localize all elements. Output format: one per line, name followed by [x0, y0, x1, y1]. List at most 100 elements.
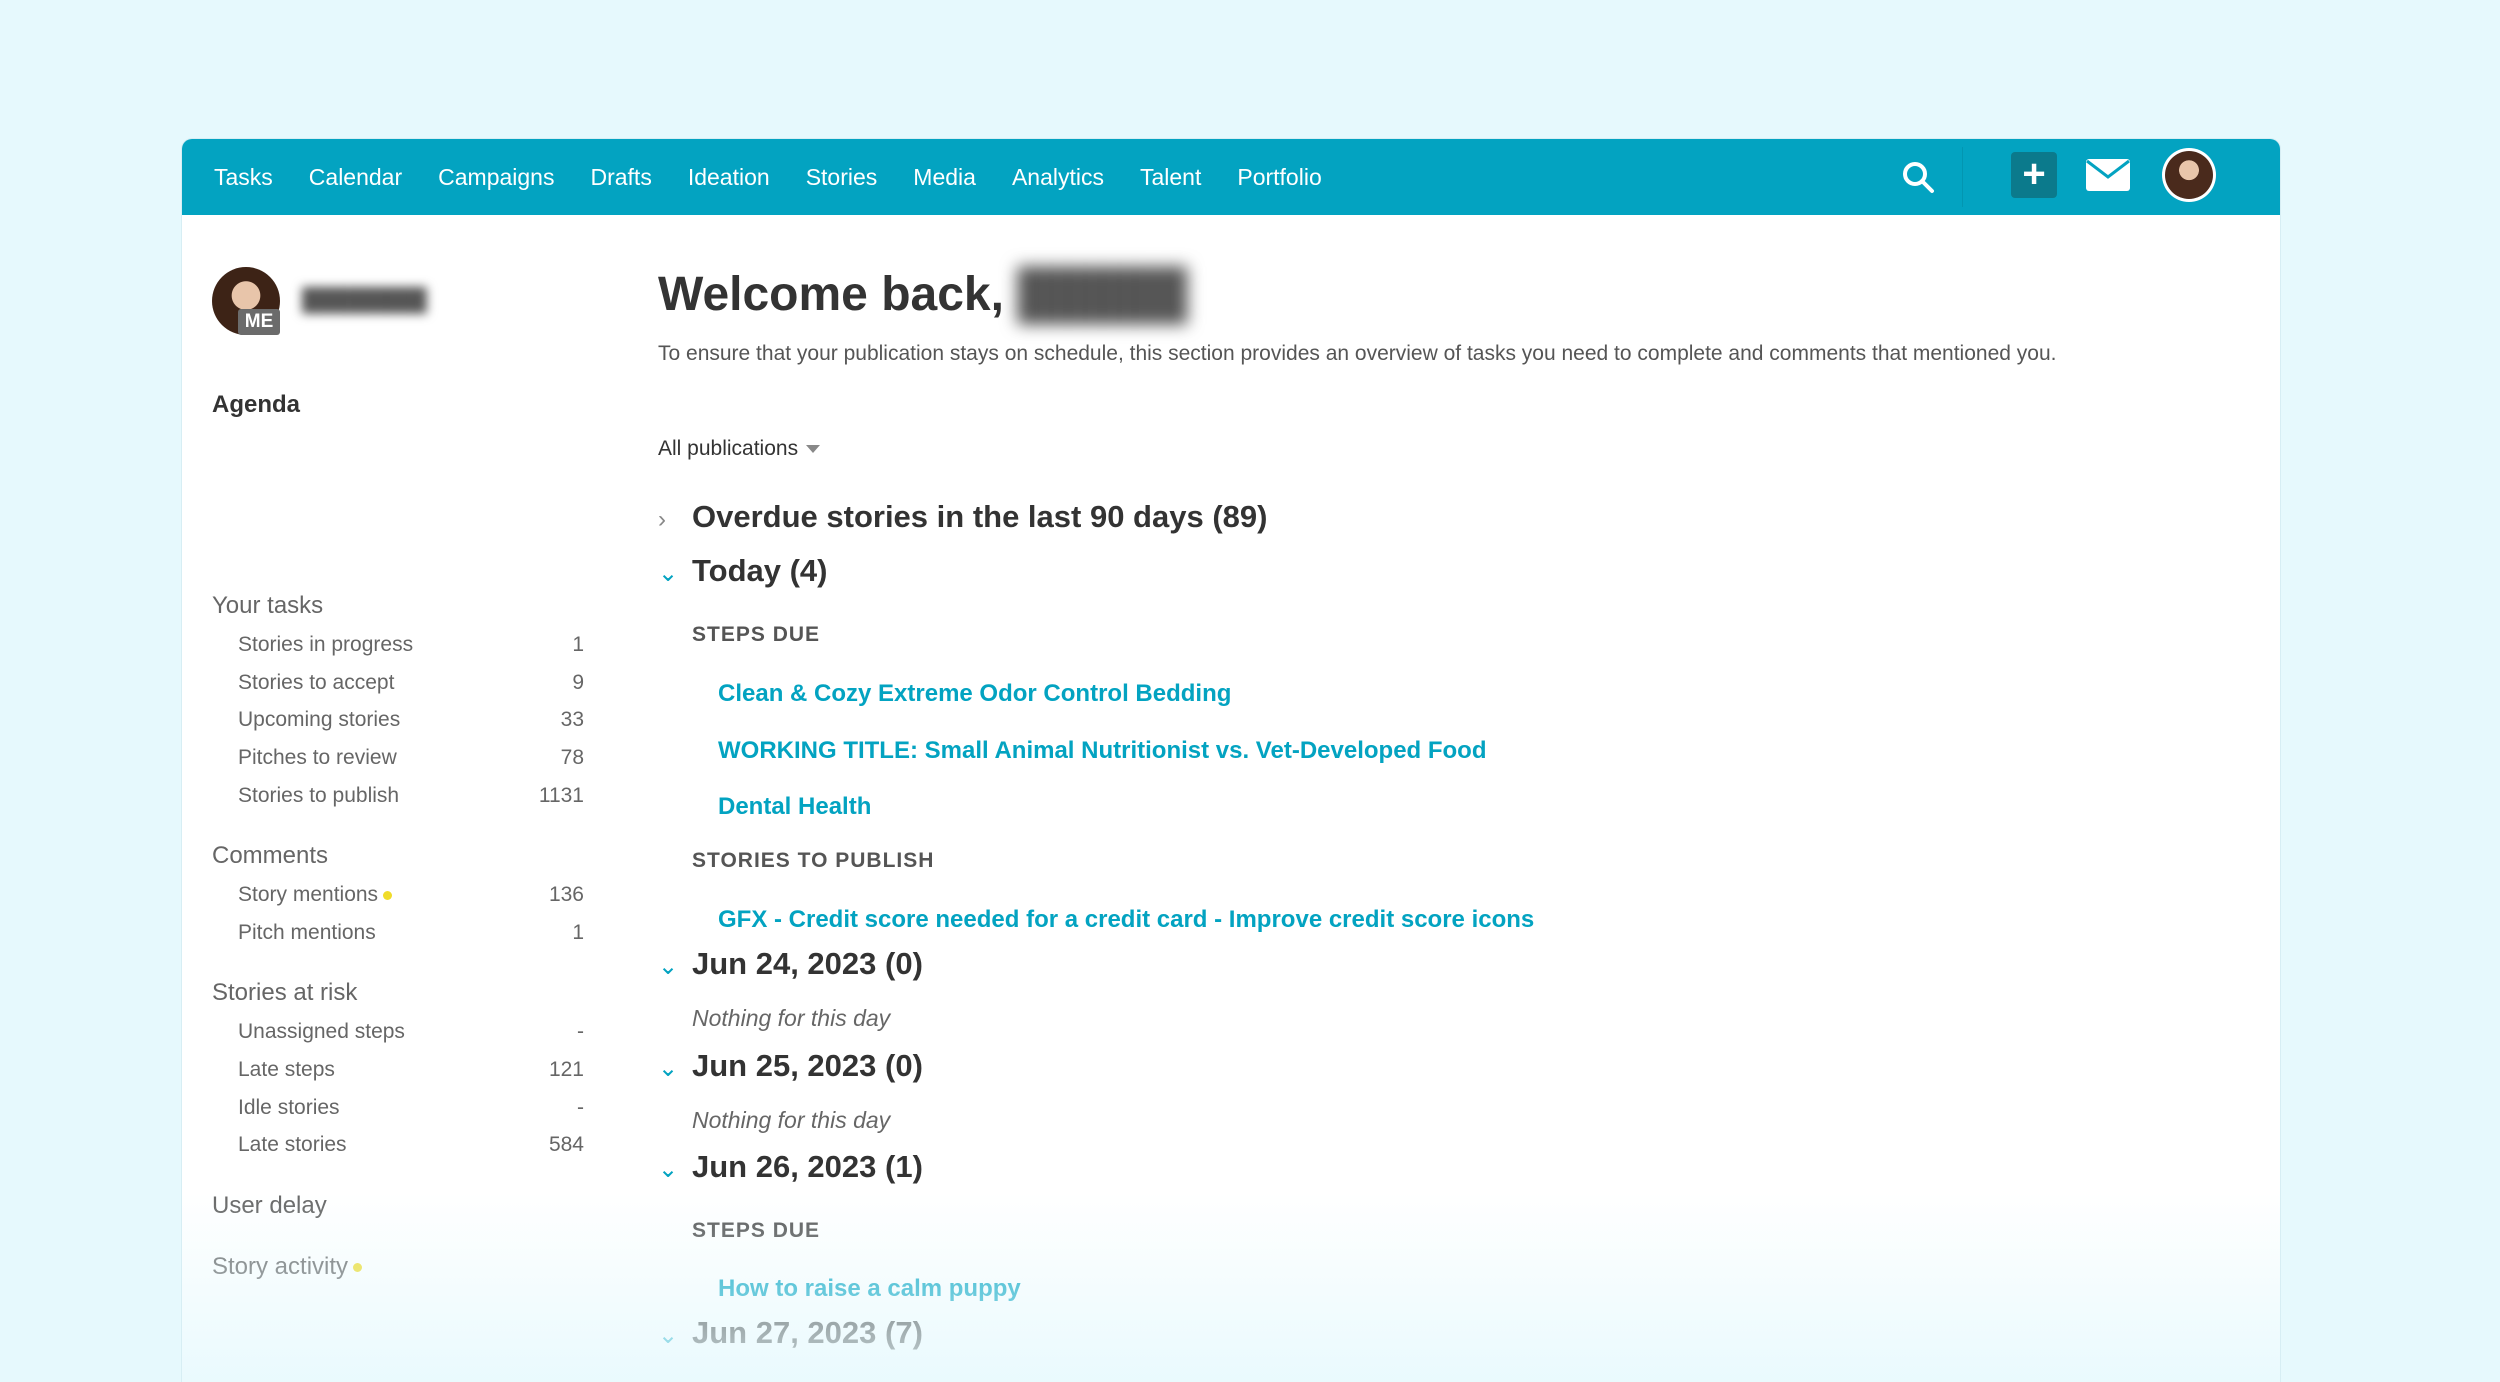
group-jun-24[interactable]: ⌄ Jun 24, 2023 (0): [658, 946, 923, 982]
app-window: Tasks Calendar Campaigns Drafts Ideation…: [182, 139, 2280, 1382]
story-link[interactable]: How to raise a calm puppy: [718, 1275, 1021, 1303]
nav-drafts[interactable]: Drafts: [590, 164, 651, 191]
sidebar-item-stories-in-progress[interactable]: Stories in progress 1: [238, 633, 584, 657]
user-avatar[interactable]: [2162, 148, 2216, 202]
sidebar-item-label: Unassigned steps: [238, 1020, 405, 1043]
nav-stories[interactable]: Stories: [806, 164, 878, 191]
stories-to-publish-heading: STORIES TO PUBLISH: [692, 849, 935, 872]
story-activity-label: Story activity: [212, 1253, 349, 1280]
add-button[interactable]: +: [2011, 152, 2057, 198]
intro-text: To ensure that your publication stays on…: [658, 342, 2057, 365]
profile: ME ████████: [212, 267, 427, 335]
chevron-down-icon: ⌄: [658, 1322, 679, 1349]
group-overdue[interactable]: › Overdue stories in the last 90 days (89…: [658, 499, 1267, 535]
main-content: Welcome back, █████ To ensure that your …: [658, 215, 2280, 1382]
story-link[interactable]: Clean & Cozy Extreme Odor Control Beddin…: [718, 680, 1231, 708]
sidebar-item-count: 33: [560, 708, 584, 731]
sidebar-item-count: 1131: [538, 784, 584, 807]
group-jun-27[interactable]: ⌄ Jun 27, 2023 (7): [658, 1315, 923, 1351]
sidebar-item-count: 121: [548, 1058, 584, 1081]
chevron-down-icon: ⌄: [658, 953, 679, 980]
group-title: Jun 24, 2023 (0): [692, 946, 923, 981]
sidebar-item-count: 136: [548, 883, 584, 906]
sidebar-item-stories-to-publish[interactable]: Stories to publish 1131: [238, 784, 584, 808]
nav-tasks[interactable]: Tasks: [214, 164, 273, 191]
plus-icon: +: [2022, 152, 2046, 196]
sidebar-item-label: Stories in progress: [238, 633, 414, 656]
your-tasks-title[interactable]: Your tasks: [212, 592, 323, 620]
caret-down-icon: [806, 445, 821, 454]
unread-dot: [383, 890, 393, 900]
nav-media[interactable]: Media: [913, 164, 976, 191]
sidebar-item-late-stories[interactable]: Late stories 584: [238, 1133, 584, 1157]
sidebar-item-label: Stories to publish: [238, 784, 400, 807]
sidebar-item-late-steps[interactable]: Late steps 121: [238, 1058, 584, 1082]
story-link[interactable]: GFX - Credit score needed for a credit c…: [718, 906, 1534, 934]
publication-filter-dropdown[interactable]: All publications: [658, 437, 821, 461]
top-navigation: Tasks Calendar Campaigns Drafts Ideation…: [182, 139, 2280, 215]
sidebar: ME ████████ Agenda Your tasks Stories in…: [182, 215, 652, 1382]
chevron-down-icon: ⌄: [658, 560, 679, 587]
chevron-down-icon: ⌄: [658, 1156, 679, 1183]
group-title: Jun 27, 2023 (7): [692, 1315, 923, 1350]
group-today[interactable]: ⌄ Today (4): [658, 553, 828, 589]
chevron-right-icon: ›: [658, 506, 666, 533]
sidebar-item-stories-to-accept[interactable]: Stories to accept 9: [238, 671, 584, 695]
sidebar-item-unassigned-steps[interactable]: Unassigned steps -: [238, 1020, 584, 1044]
sidebar-item-label: Story mentions: [238, 883, 379, 906]
story-activity-link[interactable]: Story activity: [212, 1253, 363, 1281]
filter-label: All publications: [658, 437, 799, 460]
sidebar-item-label: Idle stories: [238, 1096, 340, 1119]
empty-day-text: Nothing for this day: [692, 1005, 891, 1031]
sidebar-item-count: 9: [572, 671, 584, 694]
sidebar-item-count: -: [577, 1096, 584, 1119]
search-icon[interactable]: [1900, 159, 1936, 195]
profile-name-redacted: ████████: [302, 287, 427, 312]
sidebar-item-count: 584: [548, 1133, 584, 1156]
nav-calendar[interactable]: Calendar: [309, 164, 402, 191]
nav-analytics[interactable]: Analytics: [1012, 164, 1104, 191]
story-link[interactable]: Dental Health: [718, 793, 871, 821]
sidebar-item-count: -: [577, 1020, 584, 1043]
sidebar-item-pitches-to-review[interactable]: Pitches to review 78: [238, 746, 584, 770]
group-jun-26[interactable]: ⌄ Jun 26, 2023 (1): [658, 1149, 923, 1185]
group-title: Jun 26, 2023 (1): [692, 1149, 923, 1184]
story-link[interactable]: WORKING TITLE: Small Animal Nutritionist…: [718, 737, 1487, 765]
sidebar-item-count: 78: [560, 746, 584, 769]
me-badge: ME: [238, 309, 280, 335]
nav-portfolio[interactable]: Portfolio: [1237, 164, 1321, 191]
group-title: Overdue stories in the last 90 days (89): [692, 499, 1268, 534]
sidebar-item-count: 1: [572, 921, 584, 944]
sidebar-item-label: Stories to accept: [238, 671, 395, 694]
sidebar-item-label: Pitches to review: [238, 746, 397, 769]
sidebar-item-label: Pitch mentions: [238, 921, 376, 944]
welcome-text: Welcome back,: [658, 268, 1004, 321]
sidebar-item-upcoming-stories[interactable]: Upcoming stories 33: [238, 708, 584, 732]
sidebar-item-pitch-mentions[interactable]: Pitch mentions 1: [238, 921, 584, 945]
steps-due-heading: STEPS DUE: [692, 623, 821, 646]
page-title: Welcome back, █████: [658, 267, 1188, 322]
sidebar-item-idle-stories[interactable]: Idle stories -: [238, 1096, 584, 1120]
sidebar-item-label: Upcoming stories: [238, 708, 401, 731]
group-jun-25[interactable]: ⌄ Jun 25, 2023 (0): [658, 1048, 923, 1084]
sidebar-item-story-mentions[interactable]: Story mentions 136: [238, 883, 584, 907]
nav-ideation[interactable]: Ideation: [688, 164, 770, 191]
empty-day-text: Nothing for this day: [692, 1107, 891, 1133]
chevron-down-icon: ⌄: [658, 1055, 679, 1082]
avatar-photo: [2165, 151, 2213, 199]
sidebar-item-label: Late steps: [238, 1058, 335, 1081]
mail-icon[interactable]: [2084, 157, 2132, 193]
sidebar-item-label: Late stories: [238, 1133, 347, 1156]
user-name-redacted: █████: [1017, 268, 1188, 321]
user-delay-link[interactable]: User delay: [212, 1192, 327, 1220]
steps-due-heading: STEPS DUE: [692, 1219, 821, 1242]
avatar[interactable]: ME: [212, 267, 280, 335]
unread-dot: [353, 1263, 363, 1273]
group-title: Today (4): [692, 553, 828, 588]
sidebar-item-count: 1: [572, 633, 584, 656]
nav-campaigns[interactable]: Campaigns: [438, 164, 554, 191]
nav-talent[interactable]: Talent: [1140, 164, 1201, 191]
stories-at-risk-title[interactable]: Stories at risk: [212, 979, 357, 1007]
nav-divider: [1962, 147, 1963, 207]
comments-title[interactable]: Comments: [212, 842, 328, 870]
